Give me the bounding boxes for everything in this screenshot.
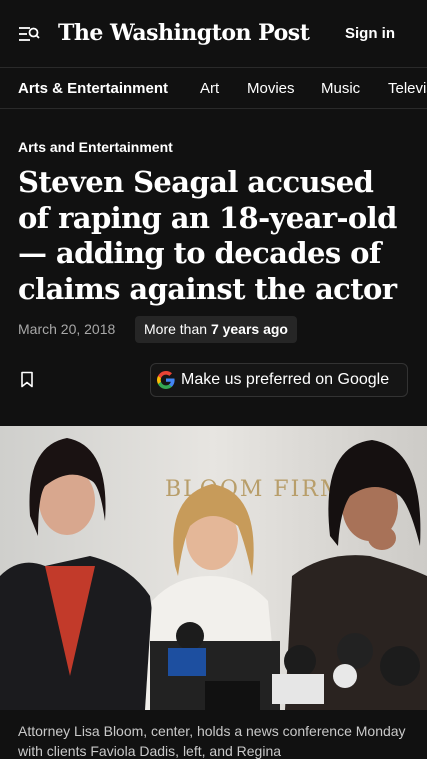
- nav-item-arts-entertainment[interactable]: Arts & Entertainment: [18, 80, 168, 97]
- nav-item-movies[interactable]: Movies: [247, 80, 295, 97]
- nav-item-television[interactable]: Televis: [388, 80, 427, 97]
- nav-item-art[interactable]: Art: [200, 80, 219, 97]
- photo-caption: Attorney Lisa Bloom, center, holds a new…: [18, 723, 406, 759]
- age-prefix: More than: [144, 321, 211, 337]
- sign-in-button[interactable]: Sign in: [345, 25, 395, 42]
- publish-date: March 20, 2018: [18, 321, 116, 337]
- google-button-label: Make us preferred on Google: [181, 371, 390, 388]
- bookmark-icon[interactable]: [20, 371, 34, 388]
- press-conference-image: BLOOM FIRM: [0, 426, 427, 710]
- article-age-badge: More than 7 years ago: [135, 316, 297, 343]
- article-kicker[interactable]: Arts and Entertainment: [18, 139, 173, 155]
- nav-item-music[interactable]: Music: [321, 80, 360, 97]
- section-nav: Arts & Entertainment Art Movies Music Te…: [0, 69, 427, 109]
- top-bar: The Washington Post Sign in: [0, 0, 427, 68]
- article-headline: Steven Seagal accused of raping an 18-ye…: [18, 165, 397, 306]
- google-preferred-button[interactable]: Make us preferred on Google: [150, 363, 408, 397]
- site-logo[interactable]: The Washington Post: [58, 20, 310, 46]
- menu-search-icon[interactable]: [18, 24, 40, 44]
- lead-photo: BLOOM FIRM: [0, 426, 427, 710]
- google-g-icon: [157, 371, 175, 389]
- age-value: 7 years ago: [210, 321, 288, 337]
